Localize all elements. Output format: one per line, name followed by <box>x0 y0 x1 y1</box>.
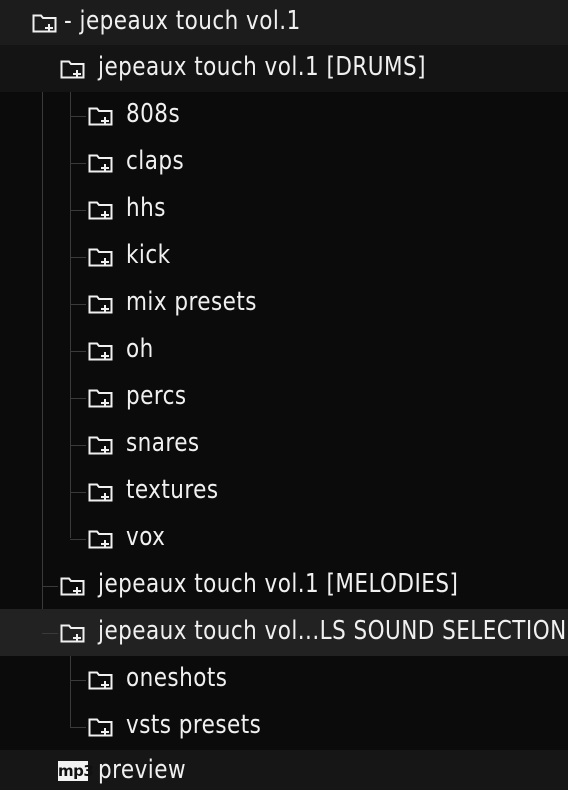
tree-row-sound-selection[interactable]: jepeaux touch vol...LS SOUND SELECTION] <box>0 609 568 656</box>
folder-icon <box>60 622 86 644</box>
folder-icon <box>88 340 114 362</box>
folder-icon <box>88 152 114 174</box>
tree-item-label: hhs <box>126 193 166 223</box>
tree-connector <box>70 351 86 352</box>
tree-connector <box>70 492 86 493</box>
mp3-file-icon: mp3 <box>58 761 94 781</box>
tree-item-label: 808s <box>126 99 181 129</box>
tree-connector <box>70 445 86 446</box>
tree-connector <box>70 210 86 211</box>
folder-icon <box>60 58 86 80</box>
tree-item-label: oh <box>126 334 154 364</box>
tree-row-folder[interactable]: claps <box>0 139 568 186</box>
tree-item-label: kick <box>126 240 171 270</box>
folder-icon <box>88 105 114 127</box>
tree-connector <box>42 586 58 587</box>
tree-connector <box>70 257 86 258</box>
tree-item-label: - jepeaux touch vol.1 <box>64 6 301 36</box>
folder-icon <box>88 387 114 409</box>
tree-row-folder[interactable]: hhs <box>0 186 568 233</box>
tree-item-label: textures <box>126 475 219 505</box>
tree-item-label: mix presets <box>126 287 257 317</box>
folder-icon <box>60 575 86 597</box>
tree-row-folder[interactable]: oh <box>0 327 568 374</box>
tree-connector <box>70 727 86 728</box>
tree-row-folder[interactable]: kick <box>0 233 568 280</box>
tree-row-folder[interactable]: mix presets <box>0 280 568 327</box>
tree-item-label: percs <box>126 381 187 411</box>
folder-icon <box>88 199 114 221</box>
tree-row-folder[interactable]: 808s <box>0 92 568 139</box>
tree-connector <box>70 163 86 164</box>
tree-connector <box>70 398 86 399</box>
tree-item-label: jepeaux touch vol...LS SOUND SELECTION] <box>98 616 568 646</box>
tree-item-label: jepeaux touch vol.1 [MELODIES] <box>98 569 459 599</box>
folder-icon <box>88 528 114 550</box>
tree-row-root[interactable]: - jepeaux touch vol.1 <box>0 0 568 47</box>
folder-icon <box>88 434 114 456</box>
tree-item-label: claps <box>126 146 185 176</box>
tree-row-folder[interactable]: textures <box>0 468 568 515</box>
tree-row-folder[interactable]: vsts presets <box>0 703 568 750</box>
file-browser-tree: - jepeaux touch vol.1 jepeaux touch vol.… <box>0 0 568 790</box>
folder-icon <box>88 669 114 691</box>
tree-row-melodies[interactable]: jepeaux touch vol.1 [MELODIES] <box>0 562 568 609</box>
tree-row-drums[interactable]: jepeaux touch vol.1 [DRUMS] <box>0 45 568 92</box>
tree-item-label: vox <box>126 522 166 552</box>
tree-row-folder[interactable]: oneshots <box>0 656 568 703</box>
tree-item-label: jepeaux touch vol.1 [DRUMS] <box>98 52 427 82</box>
tree-connector <box>70 304 86 305</box>
tree-item-label: oneshots <box>126 663 228 693</box>
folder-icon <box>88 293 114 315</box>
tree-connector <box>42 633 58 634</box>
folder-icon <box>32 12 58 34</box>
tree-row-folder[interactable]: snares <box>0 421 568 468</box>
tree-item-label: snares <box>126 428 200 458</box>
tree-connector <box>70 680 86 681</box>
tree-row-folder[interactable]: percs <box>0 374 568 421</box>
tree-row-folder[interactable]: vox <box>0 515 568 562</box>
tree-connector <box>70 116 86 117</box>
tree-item-label: vsts presets <box>126 710 262 740</box>
tree-item-label: preview <box>98 755 187 785</box>
tree-row-preview[interactable]: mp3 preview <box>0 750 568 790</box>
folder-icon <box>88 246 114 268</box>
folder-icon <box>88 716 114 738</box>
folder-icon <box>88 481 114 503</box>
tree-connector <box>70 539 86 540</box>
